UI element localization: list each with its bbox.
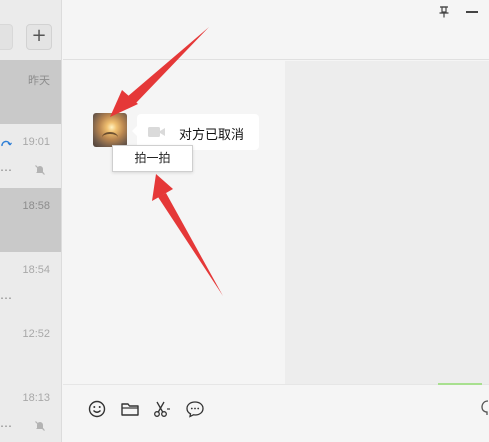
conversation-item[interactable]: 18:58 bbox=[0, 188, 61, 252]
sync-icon bbox=[1, 140, 12, 147]
conversation-time: 18:58 bbox=[22, 200, 50, 212]
minimize-icon[interactable] bbox=[466, 11, 478, 13]
conversation-time: 19:01 bbox=[22, 136, 50, 148]
conversation-item[interactable]: 18:13 … bbox=[0, 380, 61, 442]
search-input[interactable] bbox=[0, 24, 13, 50]
conversation-item[interactable]: 12:52 bbox=[0, 316, 61, 380]
conversation-list-panel: + 昨天 19:01 … 18:58 18:54 … 12:52 18:13 … bbox=[0, 0, 62, 442]
chat-header bbox=[63, 0, 489, 60]
video-camera-icon bbox=[148, 127, 165, 137]
conversation-time: 18:54 bbox=[22, 264, 50, 276]
mute-icon bbox=[35, 421, 45, 431]
avatar[interactable] bbox=[93, 113, 127, 147]
message-area: 对方已取消 拍一拍 bbox=[63, 61, 489, 384]
chat-bubble-icon[interactable] bbox=[185, 399, 205, 419]
call-icon[interactable] bbox=[481, 399, 489, 417]
input-toolbar bbox=[63, 383, 489, 442]
message-snippet: … bbox=[0, 288, 12, 302]
folder-icon[interactable] bbox=[120, 399, 140, 419]
conversation-time: 昨天 bbox=[28, 75, 50, 87]
mute-icon bbox=[35, 165, 45, 175]
conversation-item[interactable]: 19:01 … bbox=[0, 124, 61, 188]
message-snippet: … bbox=[0, 160, 12, 174]
side-panel bbox=[285, 61, 489, 384]
call-status-text: 对方已取消 bbox=[179, 128, 245, 143]
pin-icon[interactable] bbox=[438, 6, 450, 18]
context-menu: 拍一拍 bbox=[112, 145, 193, 172]
conversation-item[interactable]: 18:54 … bbox=[0, 252, 61, 316]
add-button[interactable]: + bbox=[26, 24, 52, 50]
pat-menu-item[interactable]: 拍一拍 bbox=[113, 146, 192, 171]
conversation-item[interactable]: 昨天 bbox=[0, 60, 61, 124]
conversation-time: 12:52 bbox=[22, 328, 50, 340]
conversation-time: 18:13 bbox=[22, 392, 50, 404]
message-snippet: … bbox=[0, 416, 12, 430]
scissors-icon[interactable] bbox=[152, 399, 172, 419]
emoji-icon[interactable] bbox=[87, 399, 107, 419]
accent-line bbox=[438, 383, 482, 385]
